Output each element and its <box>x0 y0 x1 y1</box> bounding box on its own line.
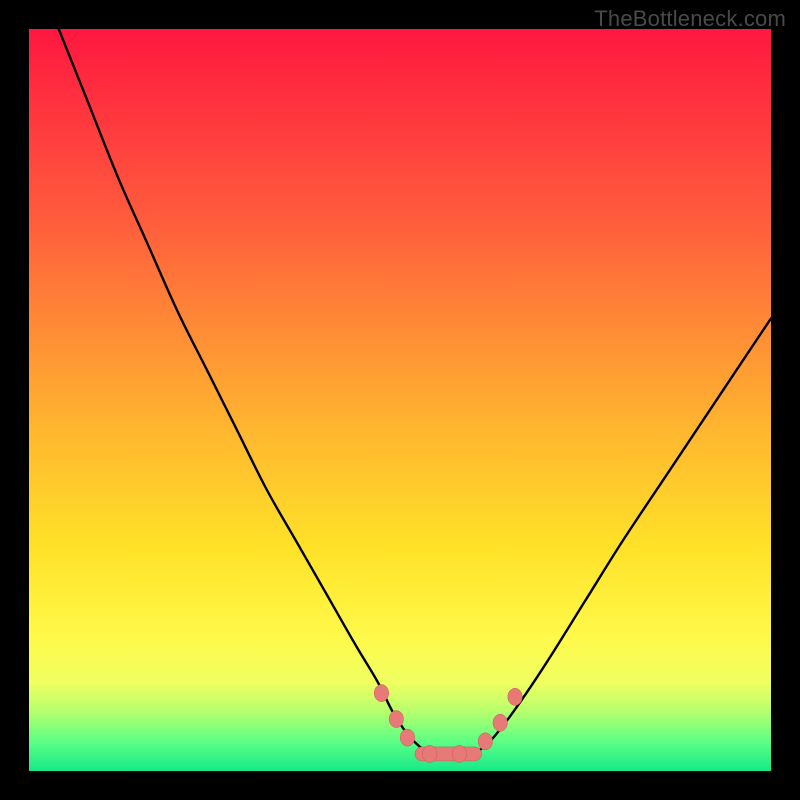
trough-marker <box>478 733 492 750</box>
trough-marker <box>493 714 507 731</box>
trough-marker <box>452 745 466 762</box>
trough-marker <box>400 729 414 746</box>
bottleneck-curve <box>59 29 771 757</box>
curve-layer <box>29 29 771 771</box>
trough-marker <box>422 745 436 762</box>
chart-frame: TheBottleneck.com <box>0 0 800 800</box>
plot-area <box>29 29 771 771</box>
trough-marker <box>389 710 403 727</box>
trough-marker <box>508 688 522 705</box>
trough-markers <box>374 684 522 762</box>
trough-marker <box>374 684 388 701</box>
watermark-text: TheBottleneck.com <box>594 6 786 32</box>
